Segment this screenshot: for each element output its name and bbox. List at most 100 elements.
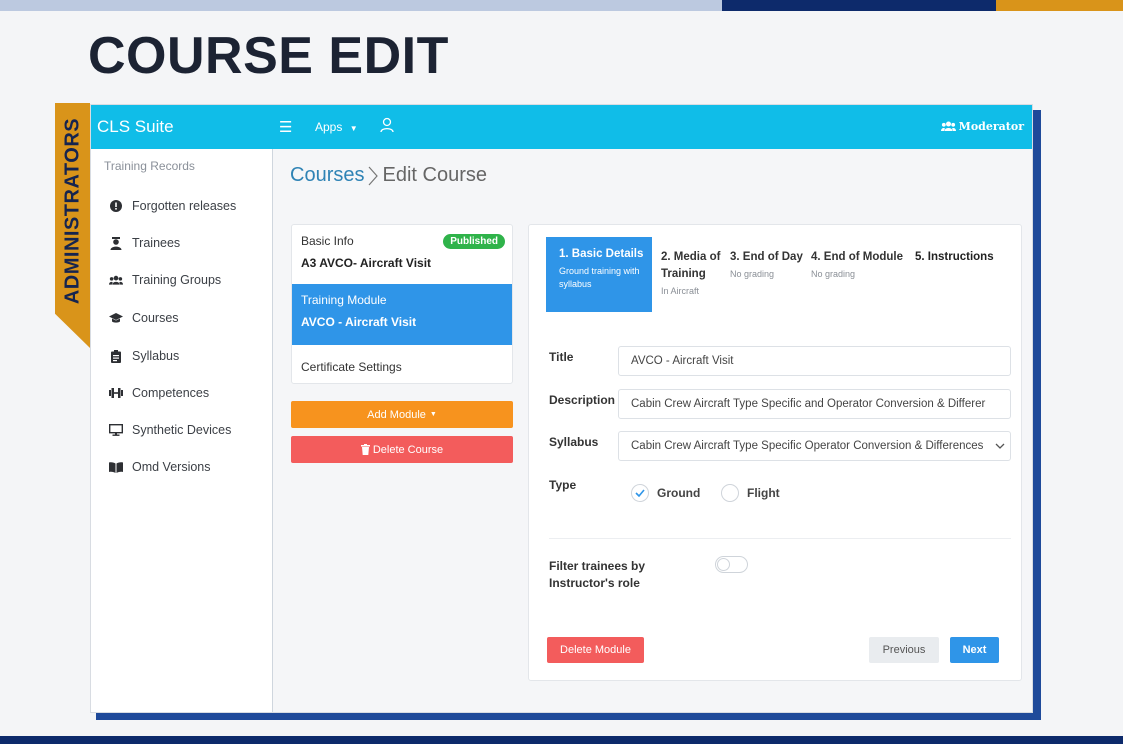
sidebar-item-label: Trainees [132,236,181,250]
title-input[interactable]: AVCO - Aircraft Visit [618,346,1011,376]
step-subtitle: In Aircraft [661,286,700,296]
sidebar-item-trainees[interactable]: Trainees [109,233,180,253]
type-radio-ground[interactable]: Ground [631,484,700,502]
apps-label: Apps [315,120,343,134]
radio-label: Flight [747,486,780,500]
sidebar-item-label: Synthetic Devices [132,423,232,437]
syllabus-label: Syllabus [549,435,599,449]
sidebar-item-label: Competences [132,386,210,400]
step-subtitle: Ground training with syllabus [559,266,640,289]
sidebar: Training Records Forgotten releases Trai… [91,149,273,712]
book-icon [109,460,123,474]
training-module-label: Training Module [301,293,387,307]
main-content: Courses Edit Course Basic Info Published… [273,149,1032,712]
filter-label-line2: Instructor's role [549,576,640,590]
add-module-button[interactable]: Add Module ▼ [291,401,513,428]
caret-down-icon: ▼ [429,411,437,418]
radio-label: Ground [657,486,701,500]
dumbbell-icon [109,386,123,400]
monitor-icon [109,423,123,437]
filter-trainees-label: Filter trainees by Instructor's role [549,558,645,592]
sidebar-heading: Training Records [104,159,195,173]
basic-info-item[interactable]: Basic Info Published A3 AVCO- Aircraft V… [292,225,512,284]
filter-label-line1: Filter trainees by [549,559,646,573]
users-icon [109,273,123,287]
step-title: 5. Instructions [915,251,994,263]
delete-course-label: Delete Course [372,443,444,456]
sidebar-item-training-groups[interactable]: Training Groups [109,270,221,290]
sidebar-item-label: Training Groups [132,273,222,287]
delete-module-button[interactable]: Delete Module [547,637,644,663]
app-window: CLS Suite ☰ Apps ▼ Moderator Training Re… [90,104,1033,713]
description-label: Description [549,393,616,407]
step-subtitle: No grading [730,269,775,279]
apps-dropdown[interactable]: Apps ▼ [315,120,358,134]
syllabus-selected-value: Cabin Crew Aircraft Type Specific Operat… [631,440,984,452]
step-title: 4. End of Module [811,251,903,263]
role-menu[interactable]: Moderator [940,120,1024,133]
add-module-label: Add Module [367,408,426,421]
breadcrumb-courses-link[interactable]: Courses [290,164,364,187]
chevron-right-icon [369,166,379,185]
graduation-cap-icon [109,311,123,325]
type-label: Type [549,478,577,492]
brand-name[interactable]: CLS Suite [97,117,174,137]
role-label: Moderator [958,120,1024,133]
type-radio-flight[interactable]: Flight [721,484,780,502]
previous-button[interactable]: Previous [869,637,939,663]
description-input[interactable]: Cabin Crew Aircraft Type Specific and Op… [618,389,1011,419]
sidebar-item-competences[interactable]: Competences [109,383,209,403]
step-end-of-day[interactable]: 3. End of Day No grading [730,249,810,281]
module-title: AVCO - Aircraft Visit [301,315,417,329]
certificate-settings-item[interactable]: Certificate Settings [301,360,402,374]
breadcrumb-current: Edit Course [382,164,487,186]
user-icon[interactable] [380,117,394,133]
sidebar-item-syllabus[interactable]: Syllabus [109,346,179,366]
step-title: 1. Basic Details [559,248,644,260]
step-basic-details[interactable]: 1. Basic Details Ground training with sy… [546,237,652,312]
step-instructions[interactable]: 5. Instructions [915,249,1015,266]
step-title: 3. End of Day [730,251,803,263]
sidebar-item-label: Omd Versions [132,460,211,474]
trash-icon [360,444,370,455]
course-title: A3 AVCO- Aircraft Visit [301,256,432,270]
sidebar-item-forgotten-releases[interactable]: Forgotten releases [109,196,236,216]
chevron-down-icon [995,443,1005,449]
basic-info-label: Basic Info [301,234,354,248]
side-tab-label: ADMINISTRATORS [61,117,83,305]
syllabus-select[interactable]: Cabin Crew Aircraft Type Specific Operat… [618,431,1011,461]
hamburger-icon[interactable]: ☰ [279,118,292,136]
exclamation-circle-icon [109,199,123,213]
title-label: Title [549,350,574,364]
sidebar-item-label: Forgotten releases [132,199,237,213]
user-graduate-icon [109,236,123,250]
sidebar-item-label: Courses [132,311,179,325]
clipboard-icon [109,349,123,363]
step-end-of-module[interactable]: 4. End of Module No grading [811,249,911,281]
module-editor-panel: 1. Basic Details Ground training with sy… [528,224,1022,681]
administrators-side-tab: ADMINISTRATORS [55,103,90,348]
form-divider [549,538,1011,539]
filter-trainees-toggle[interactable] [715,556,748,573]
top-navbar: CLS Suite ☰ Apps ▼ Moderator [91,105,1032,149]
training-module-item[interactable]: Training Module AVCO - Aircraft Visit [292,284,512,345]
top-decoration-bar [0,0,1123,11]
step-media-of-training[interactable]: 2. Media of Training In Aircraft [661,249,727,298]
radio-unchecked-icon [721,484,739,502]
published-badge: Published [443,234,505,249]
course-module-list: Basic Info Published A3 AVCO- Aircraft V… [291,224,513,384]
sidebar-item-omd-versions[interactable]: Omd Versions [109,457,211,477]
sidebar-item-courses[interactable]: Courses [109,308,179,328]
deco-segment-gold [996,0,1123,11]
sidebar-item-label: Syllabus [132,349,180,363]
toggle-knob [717,558,730,571]
next-button[interactable]: Next [950,637,999,663]
step-title: 2. Media of Training [661,251,721,280]
delete-course-button[interactable]: Delete Course [291,436,513,463]
slide-title: COURSE EDIT [88,27,449,85]
deco-segment-navy [722,0,996,11]
users-icon [940,121,956,131]
bottom-decoration-bar [0,736,1123,744]
breadcrumb: Courses Edit Course [290,164,487,187]
sidebar-item-synthetic-devices[interactable]: Synthetic Devices [109,420,231,440]
